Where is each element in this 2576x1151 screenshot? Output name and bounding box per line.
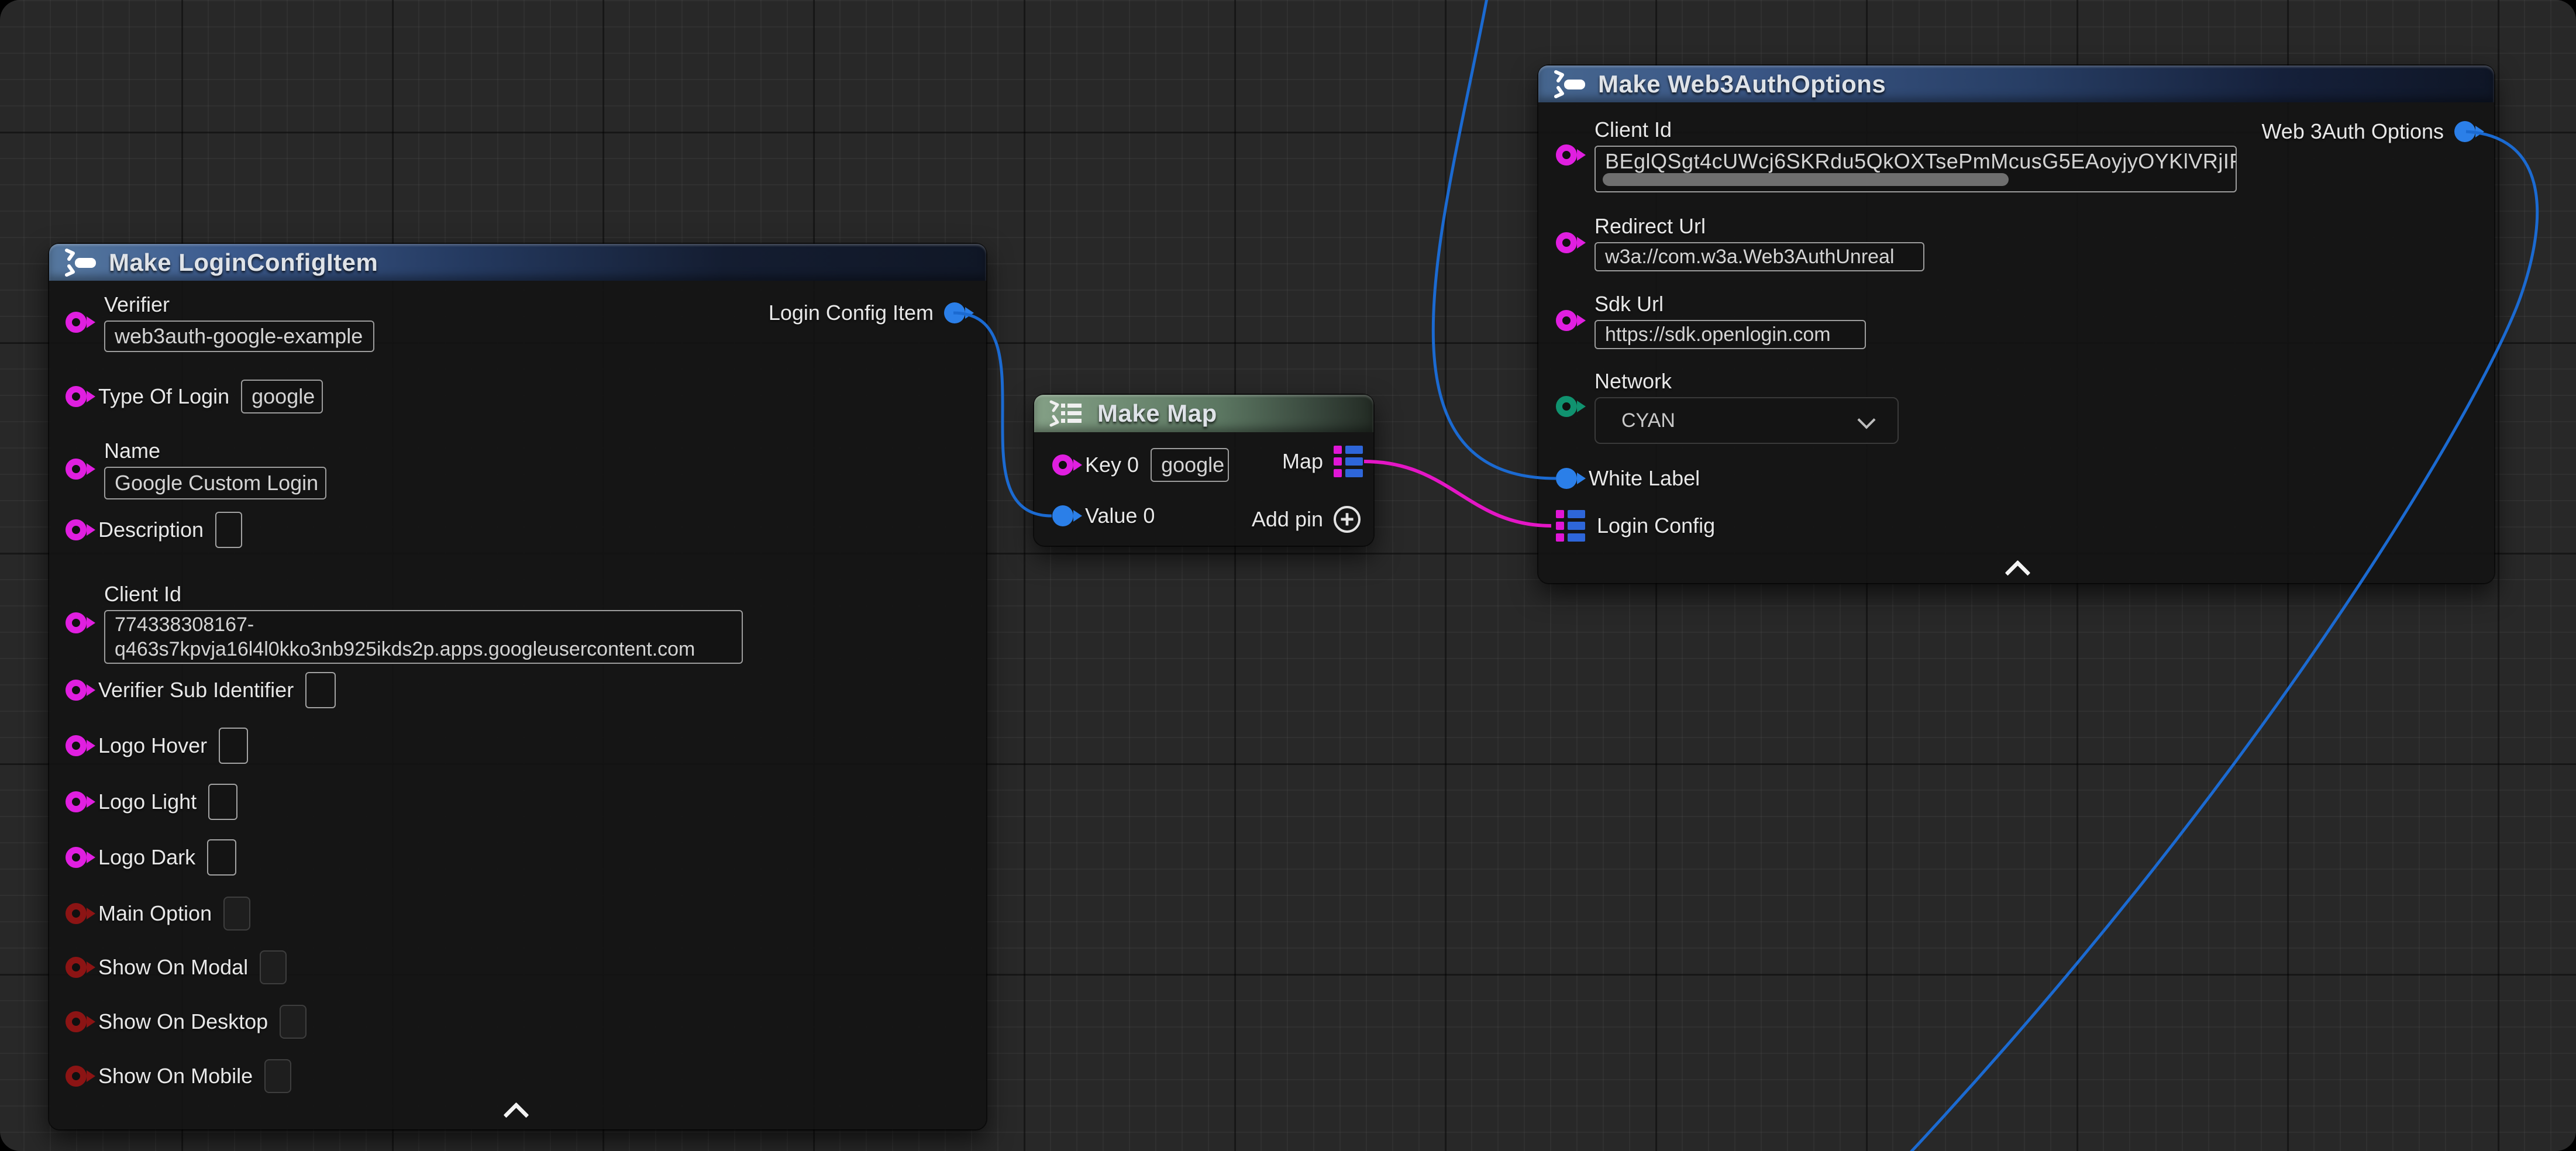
make-map-icon [1048, 399, 1086, 428]
input-pin-main-option[interactable] [66, 903, 87, 924]
show-on-mobile-checkbox[interactable] [264, 1059, 291, 1093]
collapse-node-button[interactable] [2006, 563, 2030, 578]
sdk-url-input[interactable]: https://sdk.openlogin.com [1594, 320, 1866, 349]
collapse-node-button[interactable] [505, 1105, 528, 1120]
node-make-map[interactable]: Make Map Key 0 google Map Value 0 Add pi… [1034, 395, 1373, 546]
wire-map-to-login-config[interactable] [1364, 461, 1551, 526]
logo-light-input[interactable] [208, 784, 237, 820]
input-pin-description[interactable] [66, 519, 87, 540]
input-pin-client-id[interactable] [66, 612, 87, 633]
pin-label-main-option: Main Option [98, 901, 212, 926]
pin-label-logo-dark: Logo Dark [98, 845, 195, 870]
wire-offscreen-to-white-label[interactable] [1433, 0, 1556, 478]
pin-label-verifier: Verifier [104, 292, 374, 317]
input-pin-verifier-sub-identifier[interactable] [66, 680, 87, 701]
pin-label-logo-hover: Logo Hover [98, 733, 207, 758]
description-input[interactable] [215, 512, 242, 548]
pin-label-type-of-login: Type Of Login [98, 384, 229, 409]
add-pin-label: Add pin [1252, 507, 1323, 532]
input-pin-network[interactable] [1556, 396, 1577, 417]
redirect-url-input[interactable]: w3a://com.w3a.Web3AuthUnreal [1594, 242, 1924, 271]
make-struct-icon [63, 248, 97, 277]
client-id-input[interactable]: 774338308167-q463s7kpvja16l4l0kko3nb925i… [104, 610, 743, 664]
output-pin-web3auth-options[interactable] [2454, 121, 2475, 142]
make-struct-icon [1552, 70, 1586, 99]
name-input[interactable]: Google Custom Login [104, 467, 326, 499]
logo-dark-input[interactable] [207, 839, 236, 876]
pin-label-key-0: Key 0 [1085, 453, 1139, 477]
input-pin-name[interactable] [66, 459, 87, 480]
pin-label-show-on-mobile: Show On Mobile [98, 1064, 253, 1088]
node-title: Make Web3AuthOptions [1598, 70, 1886, 98]
input-pin-logo-dark[interactable] [66, 847, 87, 868]
pin-label-value-0: Value 0 [1085, 504, 1155, 528]
pin-label-network: Network [1594, 369, 1899, 394]
node-make-web3auth-options[interactable]: Make Web3AuthOptions Web 3Auth Options C… [1538, 66, 2494, 583]
input-pin-white-label[interactable] [1556, 468, 1577, 489]
verifier-sub-identifier-input[interactable] [305, 672, 336, 708]
network-selected-value: CYAN [1621, 409, 1675, 432]
pin-label-show-on-desktop: Show On Desktop [98, 1009, 268, 1034]
logo-hover-input[interactable] [219, 728, 248, 764]
pin-label-white-label: White Label [1589, 466, 1700, 491]
pin-label-login-config: Login Config [1597, 514, 1715, 538]
blueprint-graph-canvas[interactable]: Make LoginConfigItem Login Config Item V… [0, 0, 2576, 1151]
pin-label-logo-light: Logo Light [98, 790, 197, 814]
pin-label-show-on-modal: Show On Modal [98, 955, 248, 980]
node-header-make-login-config-item[interactable]: Make LoginConfigItem [49, 244, 986, 281]
show-on-modal-checkbox[interactable] [260, 950, 287, 984]
input-pin-redirect-url[interactable] [1556, 232, 1577, 253]
node-make-login-config-item[interactable]: Make LoginConfigItem Login Config Item V… [49, 244, 986, 1129]
type-of-login-input[interactable]: google [241, 380, 323, 413]
client-id-text: BEglQSgt4cUWcj6SKRdu5QkOXTsePmMcusG5EAoy… [1605, 149, 2237, 174]
node-header-make-web3auth-options[interactable]: Make Web3AuthOptions [1538, 66, 2494, 102]
input-pin-login-config-icon[interactable] [1556, 510, 1585, 542]
pin-label-description: Description [98, 518, 204, 542]
input-pin-show-on-desktop[interactable] [66, 1011, 87, 1032]
pin-label-login-config-item: Login Config Item [769, 301, 934, 325]
input-pin-show-on-modal[interactable] [66, 957, 87, 978]
input-pin-type-of-login[interactable] [66, 386, 87, 407]
input-pin-client-id[interactable] [1556, 144, 1577, 166]
verifier-input[interactable]: web3auth-google-example [104, 321, 374, 352]
add-pin-button[interactable]: + [1334, 506, 1361, 533]
pin-label-client-id: Client Id [1594, 118, 2237, 142]
pin-label-sdk-url: Sdk Url [1594, 292, 1866, 316]
show-on-desktop-checkbox[interactable] [280, 1005, 306, 1039]
output-pin-map-icon[interactable] [1334, 446, 1363, 477]
network-dropdown[interactable]: CYAN [1594, 397, 1899, 444]
pin-label-client-id: Client Id [104, 582, 743, 606]
key-0-input[interactable]: google [1151, 448, 1229, 482]
input-pin-sdk-url[interactable] [1556, 310, 1577, 331]
pin-label-name: Name [104, 439, 326, 463]
node-title: Make LoginConfigItem [109, 249, 378, 277]
pin-label-redirect-url: Redirect Url [1594, 214, 1924, 239]
main-option-checkbox[interactable] [223, 897, 250, 931]
client-id-scrollbar[interactable] [1603, 173, 2009, 186]
client-id-input[interactable]: BEglQSgt4cUWcj6SKRdu5QkOXTsePmMcusG5EAoy… [1594, 146, 2237, 192]
input-pin-verifier[interactable] [66, 312, 87, 333]
pin-label-verifier-sub-identifier: Verifier Sub Identifier [98, 678, 294, 702]
input-pin-key-0[interactable] [1052, 454, 1073, 475]
input-pin-logo-hover[interactable] [66, 735, 87, 756]
output-pin-login-config-item[interactable] [944, 302, 965, 323]
input-pin-logo-light[interactable] [66, 791, 87, 812]
pin-label-web3auth-options: Web 3Auth Options [2261, 119, 2444, 144]
input-pin-value-0[interactable] [1052, 505, 1073, 526]
node-header-make-map[interactable]: Make Map [1034, 395, 1373, 432]
input-pin-show-on-mobile[interactable] [66, 1066, 87, 1087]
pin-label-map: Map [1282, 449, 1323, 474]
node-title: Make Map [1097, 399, 1217, 428]
chevron-down-icon [1857, 411, 1875, 429]
